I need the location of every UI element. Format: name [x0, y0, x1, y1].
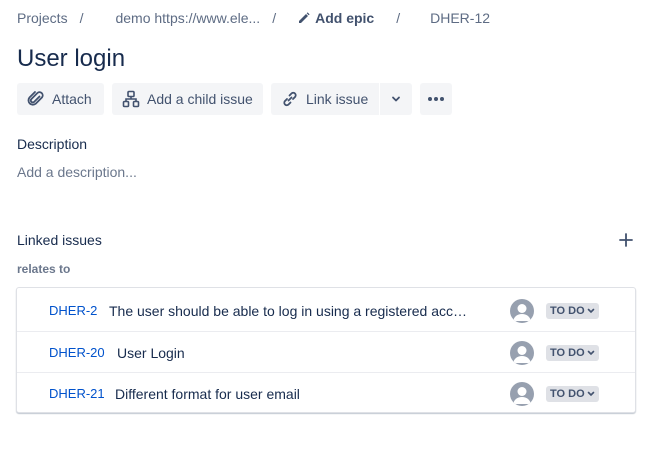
link-icon [283, 91, 297, 107]
breadcrumb-issue-key[interactable]: DHER-12 [430, 10, 490, 26]
linked-issues-heading: Linked issues [17, 232, 102, 248]
breadcrumb-separator: / [79, 10, 84, 26]
assignee-avatar[interactable] [510, 298, 534, 323]
chevron-down-icon [587, 308, 594, 313]
chevron-down-icon [392, 96, 400, 102]
status-dropdown[interactable]: TO DO [546, 385, 599, 402]
breadcrumb-separator: / [272, 10, 277, 26]
child-issue-icon [122, 90, 140, 108]
linked-issue-row[interactable]: DHER-21 Different format for user email … [17, 372, 635, 414]
chevron-down-icon [587, 391, 594, 396]
status-label: TO DO [550, 346, 585, 359]
relation-type-label: relates to [17, 262, 71, 276]
breadcrumb: Projects / demo https://www.ele... / Add… [17, 9, 490, 27]
link-issue-group: Link issue [271, 83, 412, 115]
attach-button[interactable]: Attach [17, 83, 104, 115]
breadcrumb-projects[interactable]: Projects [17, 10, 68, 26]
attach-label: Attach [52, 91, 92, 107]
issue-key-link[interactable]: DHER-21 [49, 386, 105, 401]
more-icon [428, 97, 444, 101]
breadcrumb-separator: / [396, 10, 401, 26]
linked-issues-list: DHER-2 The user should be able to log in… [16, 287, 636, 413]
description-field[interactable]: Add a description... [17, 164, 137, 180]
description-heading: Description [17, 136, 88, 152]
issue-title[interactable]: User login [17, 44, 125, 74]
issue-summary[interactable]: Different format for user email [115, 386, 475, 402]
status-label: TO DO [550, 387, 585, 400]
avatar-icon [513, 386, 531, 404]
pencil-icon [299, 12, 310, 23]
more-actions-button[interactable] [420, 83, 452, 115]
status-dropdown[interactable]: TO DO [546, 302, 599, 319]
linked-issue-row[interactable]: DHER-20 User Login TO DO [17, 331, 635, 373]
issue-toolbar: Attach Add a child issue Link issue [17, 83, 452, 115]
link-issue-dropdown-button[interactable] [380, 83, 412, 115]
add-epic-label: Add epic [315, 10, 375, 26]
add-epic-button[interactable]: Add epic [298, 10, 374, 26]
issue-summary[interactable]: User Login [117, 345, 477, 361]
issue-key-link[interactable]: DHER-2 [49, 303, 97, 318]
add-child-issue-button[interactable]: Add a child issue [112, 83, 263, 115]
link-issue-button[interactable]: Link issue [271, 83, 379, 115]
avatar-icon [513, 345, 531, 363]
assignee-avatar[interactable] [510, 340, 534, 365]
issue-key-link[interactable]: DHER-20 [49, 345, 105, 360]
paperclip-icon [27, 91, 44, 106]
add-linked-issue-button[interactable] [615, 229, 637, 251]
status-dropdown[interactable]: TO DO [546, 344, 599, 361]
avatar-icon [513, 303, 531, 321]
chevron-down-icon [587, 350, 594, 355]
assignee-avatar[interactable] [510, 381, 534, 406]
add-child-issue-label: Add a child issue [147, 91, 253, 107]
breadcrumb-project[interactable]: demo https://www.ele... [115, 10, 260, 26]
plus-icon [619, 233, 633, 247]
issue-summary[interactable]: The user should be able to log in using … [109, 303, 471, 319]
link-issue-label: Link issue [306, 91, 369, 107]
linked-issue-row[interactable]: DHER-2 The user should be able to log in… [17, 290, 635, 331]
status-label: TO DO [550, 304, 585, 317]
